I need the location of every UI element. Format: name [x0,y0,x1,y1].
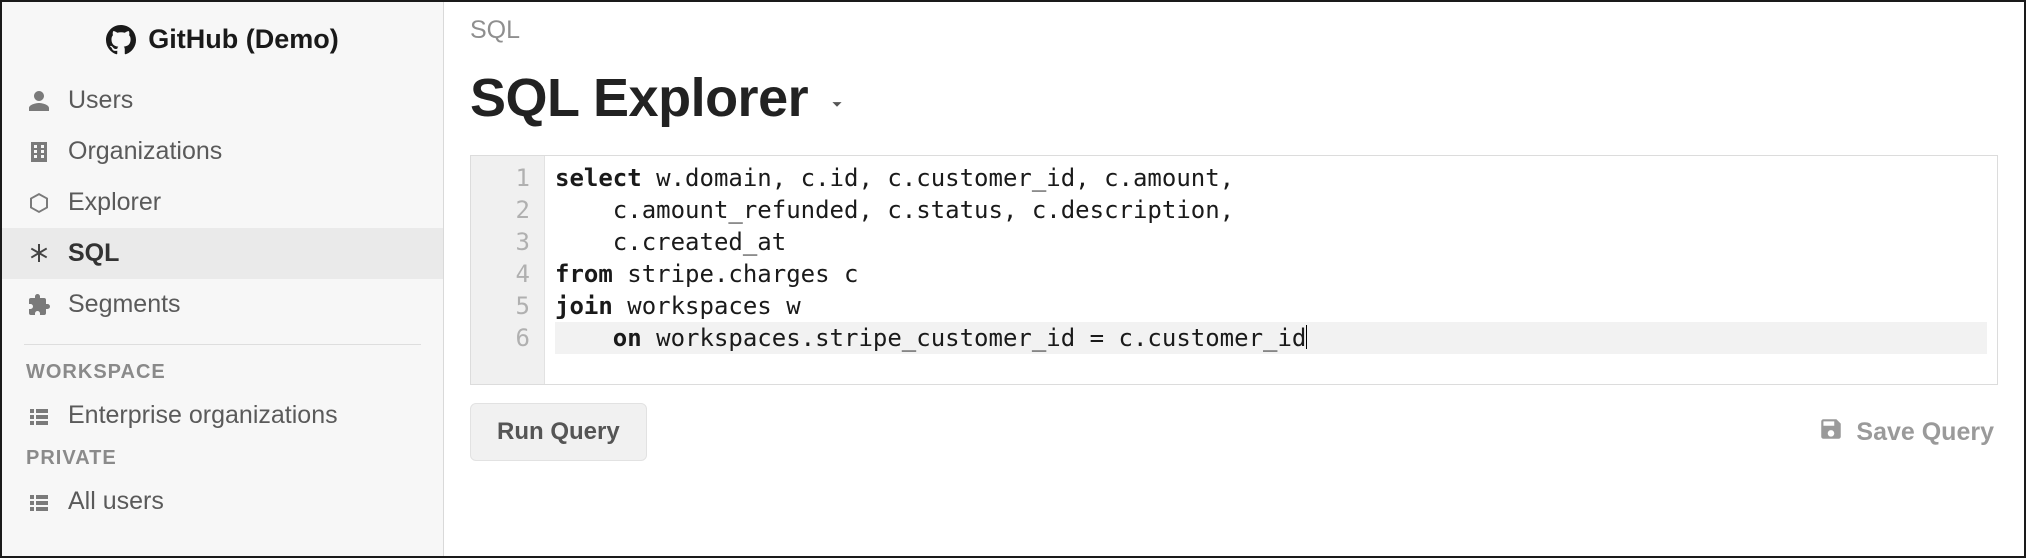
code-line[interactable]: join workspaces w [555,290,1987,322]
nav-primary: Users Organizations Explorer SQL Segments [2,75,443,330]
main: SQL SQL Explorer 123456 select w.domain,… [444,2,2024,556]
save-query-button[interactable]: Save Query [1818,416,1994,449]
sidebar-item-organizations[interactable]: Organizations [2,126,443,177]
nav-sections: WORKSPACE Enterprise organizations PRIVATE… [2,355,443,527]
sql-editor[interactable]: 123456 select w.domain, c.id, c.customer… [470,155,1998,385]
save-icon [1818,416,1844,449]
cube-icon [26,190,52,216]
code-line[interactable]: c.created_at [555,226,1987,258]
sidebar-item-label: Organizations [68,134,222,169]
save-query-label: Save Query [1856,418,1994,447]
line-number: 6 [493,322,530,354]
sidebar-item-label: Explorer [68,185,161,220]
page-title: SQL Explorer [470,67,808,129]
editor-code[interactable]: select w.domain, c.id, c.customer_id, c.… [545,156,1997,384]
text-cursor [1306,325,1307,349]
caret-down-icon [826,93,848,115]
asterisk-icon [26,241,52,267]
sidebar-item-users[interactable]: Users [2,75,443,126]
sidebar-item-explorer[interactable]: Explorer [2,177,443,228]
line-number: 4 [493,258,530,290]
section-header: WORKSPACE [2,355,443,390]
breadcrumb: SQL [444,2,2024,45]
workspace-name: GitHub (Demo) [148,24,338,55]
divider [24,344,421,345]
code-line[interactable]: select w.domain, c.id, c.customer_id, c.… [555,162,1987,194]
list-icon [26,489,52,515]
workspace-switcher[interactable]: GitHub (Demo) [2,12,443,75]
editor-gutter: 123456 [471,156,545,384]
line-number: 1 [493,162,530,194]
sidebar-item-label: Users [68,83,133,118]
section-header: PRIVATE [2,441,443,476]
user-icon [26,88,52,114]
sidebar-item-sql[interactable]: SQL [2,228,443,279]
sidebar-item-label: All users [68,484,164,519]
line-number: 3 [493,226,530,258]
run-query-button[interactable]: Run Query [470,403,647,461]
sidebar-item-all-users[interactable]: All users [2,476,443,527]
page-title-row[interactable]: SQL Explorer [444,45,2024,155]
sidebar: GitHub (Demo) Users Organizations Explorer… [2,2,444,556]
action-row: Run Query Save Query [444,385,2024,461]
sidebar-item-label: SQL [68,236,119,271]
github-icon [106,25,136,55]
sidebar-item-enterprise-organizations[interactable]: Enterprise organizations [2,390,443,441]
sidebar-item-label: Enterprise organizations [68,398,338,433]
building-icon [26,139,52,165]
line-number: 5 [493,290,530,322]
sidebar-item-segments[interactable]: Segments [2,279,443,330]
app-root: GitHub (Demo) Users Organizations Explorer… [0,0,2026,558]
list-icon [26,403,52,429]
sidebar-item-label: Segments [68,287,181,322]
code-line[interactable]: on workspaces.stripe_customer_id = c.cus… [555,322,1987,354]
puzzle-icon [26,292,52,318]
code-line[interactable]: from stripe.charges c [555,258,1987,290]
line-number: 2 [493,194,530,226]
code-line[interactable]: c.amount_refunded, c.status, c.descripti… [555,194,1987,226]
